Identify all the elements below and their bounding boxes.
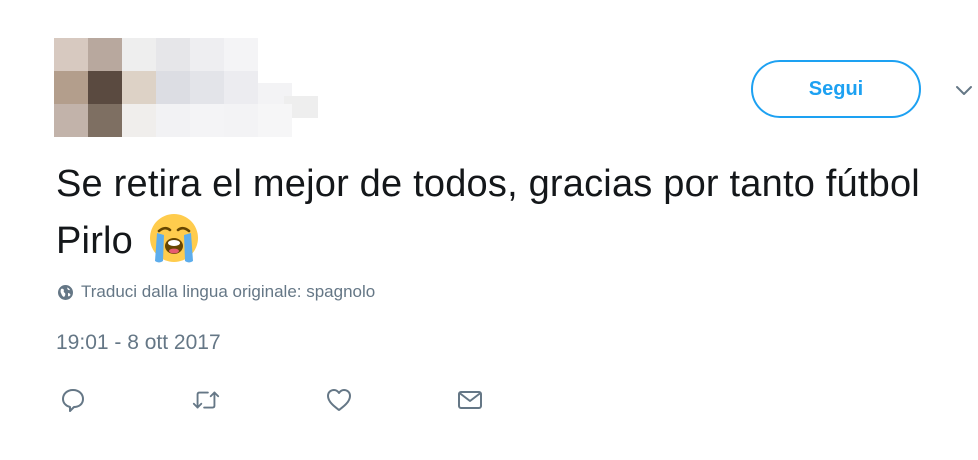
tweet-text: Se retira el mejor de todos, gracias por… [56, 158, 966, 268]
direct-message-icon[interactable] [455, 385, 485, 415]
globe-icon [58, 284, 73, 300]
follow-button-label: Segui [808, 77, 864, 100]
translate-link[interactable]: Traduci dalla lingua originale: spagnolo [57, 282, 375, 302]
like-icon[interactable] [324, 385, 354, 415]
retweet-icon[interactable] [191, 385, 221, 415]
follow-button[interactable]: Segui [751, 60, 921, 118]
reply-icon[interactable] [58, 385, 88, 415]
tweet-timestamp[interactable]: 19:01 - 8 ott 2017 [56, 331, 221, 355]
blurred-avatar[interactable] [54, 38, 318, 138]
loudly-crying-face-icon [147, 211, 201, 265]
translate-label: Traduci dalla lingua originale: spagnolo [81, 282, 376, 301]
chevron-down-icon[interactable] [953, 80, 975, 102]
